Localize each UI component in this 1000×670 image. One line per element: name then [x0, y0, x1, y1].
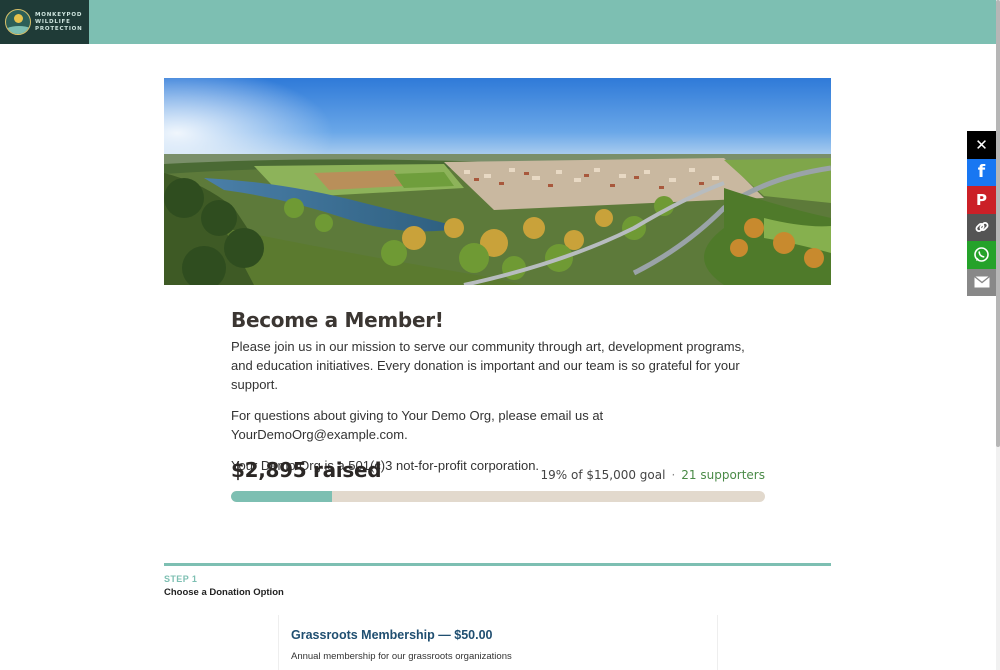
- goal-progress-text: 19% of $15,000 goal: [540, 468, 666, 482]
- share-copy-link-button[interactable]: [967, 213, 996, 241]
- goal-info: 19% of $15,000 goal · 21 supporters: [540, 468, 765, 482]
- hero-landscape-image: [164, 78, 831, 285]
- step-title: Choose a Donation Option: [164, 587, 284, 598]
- share-facebook-button[interactable]: f: [967, 158, 996, 186]
- supporters-link[interactable]: 21 supporters: [681, 468, 765, 482]
- logo-line: WILDLIFE: [35, 18, 71, 25]
- separator: ·: [671, 468, 676, 482]
- step-divider: [164, 563, 831, 566]
- whatsapp-icon: [974, 247, 989, 263]
- step-label: STEP 1: [164, 574, 198, 584]
- share-whatsapp-button[interactable]: [967, 241, 996, 269]
- pinterest-icon: P: [976, 190, 987, 209]
- share-pinterest-button[interactable]: P: [967, 186, 996, 214]
- donation-option-description: Annual membership for our grassroots org…: [291, 651, 512, 662]
- logo-text: MONKEYPOD WILDLIFE PROTECTION: [35, 12, 83, 33]
- share-email-button[interactable]: [967, 268, 996, 296]
- email-icon: [973, 276, 990, 288]
- page-title: Become a Member!: [231, 308, 444, 332]
- logo-emblem-icon: [5, 9, 31, 35]
- intro-paragraph: Please join us in our mission to serve o…: [231, 339, 745, 392]
- site-logo[interactable]: MONKEYPOD WILDLIFE PROTECTION: [0, 0, 89, 44]
- scrollbar-thumb[interactable]: [996, 0, 1000, 447]
- copy-link-icon: [975, 222, 988, 233]
- top-header-bar: [0, 0, 996, 44]
- share-x-button[interactable]: ✕: [967, 131, 996, 159]
- facebook-icon: f: [977, 162, 986, 183]
- fundraiser-summary: $2,895 raised 19% of $15,000 goal · 21 sup…: [231, 458, 765, 488]
- goal-progress-fill: [231, 491, 333, 502]
- donation-option-card[interactable]: Grassroots Membership — $50.00 Annual me…: [278, 615, 718, 670]
- amount-raised: $2,895 raised: [231, 458, 382, 482]
- logo-line: PROTECTION: [35, 25, 83, 32]
- page-scrollbar[interactable]: [996, 0, 1000, 670]
- x-icon: ✕: [975, 135, 988, 154]
- membership-intro: Become a Member! Please join us in our m…: [231, 306, 765, 475]
- contact-paragraph: For questions about giving to Your Demo …: [231, 408, 604, 442]
- donation-option-title: Grassroots Membership — $50.00: [291, 628, 493, 642]
- goal-progress-bar: [231, 491, 765, 502]
- logo-line: MONKEYPOD: [35, 11, 83, 18]
- social-share-bar: ✕ f P: [967, 131, 996, 296]
